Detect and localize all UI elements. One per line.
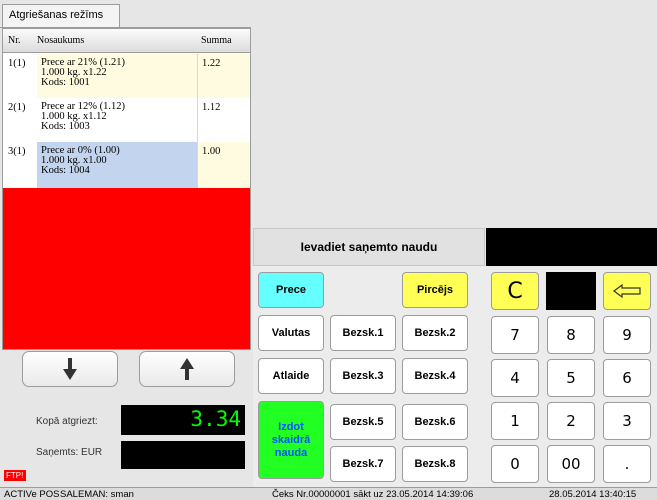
- arrow-left-icon: [613, 284, 641, 298]
- tab-atgriesanas-rezims[interactable]: Atgriešanas režīms: [2, 4, 120, 27]
- key-9[interactable]: 9: [603, 316, 651, 354]
- bezsk1-button[interactable]: Bezsk.1: [330, 315, 396, 351]
- table-row[interactable]: 1(1) Prece ar 21% (1.21) 1.000 kg. x1.22…: [3, 54, 250, 98]
- atlaide-button[interactable]: Atlaide: [258, 358, 324, 394]
- status-bar: ACTIVe POS SALEMAN: sman Čeks Nr.0000000…: [0, 487, 657, 500]
- key-dot[interactable]: .: [603, 445, 651, 483]
- header-nr: Nr.: [8, 35, 21, 46]
- bezsk3-button[interactable]: Bezsk.3: [330, 358, 396, 394]
- bezsk7-button[interactable]: Bezsk.7: [330, 446, 396, 482]
- ftp-indicator: FTP!: [4, 470, 26, 481]
- arrow-up-icon: [180, 358, 194, 380]
- status-app: ACTIVe POS: [4, 489, 60, 500]
- key-7[interactable]: 7: [491, 316, 539, 354]
- input-prompt: Ievadiet saņemto naudu: [253, 228, 485, 266]
- keypad-blank: [546, 272, 596, 310]
- row-description: Prece ar 12% (1.12) 1.000 kg. x1.12 Kods…: [37, 98, 197, 142]
- scroll-down-button[interactable]: [22, 351, 118, 387]
- received-value: [121, 441, 245, 469]
- izdot-skaidra-nauda-button[interactable]: Izdot skaidrā nauda: [258, 401, 324, 479]
- row-nr: 2(1): [8, 102, 26, 113]
- bezsk2-button[interactable]: Bezsk.2: [402, 315, 468, 351]
- row-nr: 3(1): [8, 146, 26, 157]
- bezsk6-button[interactable]: Bezsk.6: [402, 404, 468, 440]
- total-value: 3.34: [121, 405, 245, 435]
- function-panel: Prece Pircējs Valutas Bezsk.1 Bezsk.2 At…: [253, 266, 485, 492]
- table-row-selected[interactable]: 3(1) Prece ar 0% (1.00) 1.000 kg. x1.00 …: [3, 142, 250, 188]
- receipt-table: Nr. Nosaukums Summa 1(1) Prece ar 21% (1…: [2, 28, 251, 350]
- key-3[interactable]: 3: [603, 402, 651, 440]
- key-00[interactable]: 00: [547, 445, 595, 483]
- row-sum: 1.22: [197, 54, 250, 98]
- total-label: Kopā atgriezt:: [36, 416, 98, 427]
- key-2[interactable]: 2: [547, 402, 595, 440]
- pircejs-button[interactable]: Pircējs: [402, 272, 468, 308]
- bezsk4-button[interactable]: Bezsk.4: [402, 358, 468, 394]
- table-header: Nr. Nosaukums Summa: [3, 29, 250, 53]
- row-line3: Kods: 1004: [41, 165, 90, 176]
- table-row[interactable]: 2(1) Prece ar 12% (1.12) 1.000 kg. x1.12…: [3, 98, 250, 142]
- row-description: Prece ar 21% (1.21) 1.000 kg. x1.22 Kods…: [37, 54, 197, 98]
- backspace-button[interactable]: [603, 272, 651, 310]
- row-nr: 1(1): [8, 58, 26, 69]
- row-line3: Kods: 1003: [41, 121, 90, 132]
- amount-display: [486, 228, 657, 266]
- prece-button[interactable]: Prece: [258, 272, 324, 308]
- key-8[interactable]: 8: [547, 316, 595, 354]
- status-clock: 28.05.2014 13:40:15: [549, 489, 637, 500]
- row-line3: Kods: 1001: [41, 77, 90, 88]
- numeric-keypad: C 7 8 9 4 5 6 1 2 3 0 00 .: [485, 266, 657, 492]
- header-sum: Summa: [201, 35, 232, 46]
- row-description: Prece ar 0% (1.00) 1.000 kg. x1.00 Kods:…: [37, 142, 197, 188]
- valutas-button[interactable]: Valutas: [258, 315, 324, 351]
- header-name: Nosaukums: [37, 35, 85, 46]
- status-receipt: Čeks Nr.00000001 sākt uz 23.05.2014 14:3…: [272, 489, 474, 500]
- key-1[interactable]: 1: [491, 402, 539, 440]
- row-sum: 1.00: [197, 142, 250, 188]
- bezsk5-button[interactable]: Bezsk.5: [330, 404, 396, 440]
- status-salesman: SALEMAN: sman: [60, 489, 134, 500]
- received-label: Saņemts: EUR: [36, 447, 103, 458]
- arrow-down-icon: [63, 358, 77, 380]
- info-panel: [255, 4, 657, 228]
- clear-button[interactable]: C: [491, 272, 539, 310]
- key-6[interactable]: 6: [603, 359, 651, 397]
- scroll-up-button[interactable]: [139, 351, 235, 387]
- key-5[interactable]: 5: [547, 359, 595, 397]
- empty-list-area: [3, 188, 250, 349]
- key-0[interactable]: 0: [491, 445, 539, 483]
- bezsk8-button[interactable]: Bezsk.8: [402, 446, 468, 482]
- row-sum: 1.12: [197, 98, 250, 142]
- key-4[interactable]: 4: [491, 359, 539, 397]
